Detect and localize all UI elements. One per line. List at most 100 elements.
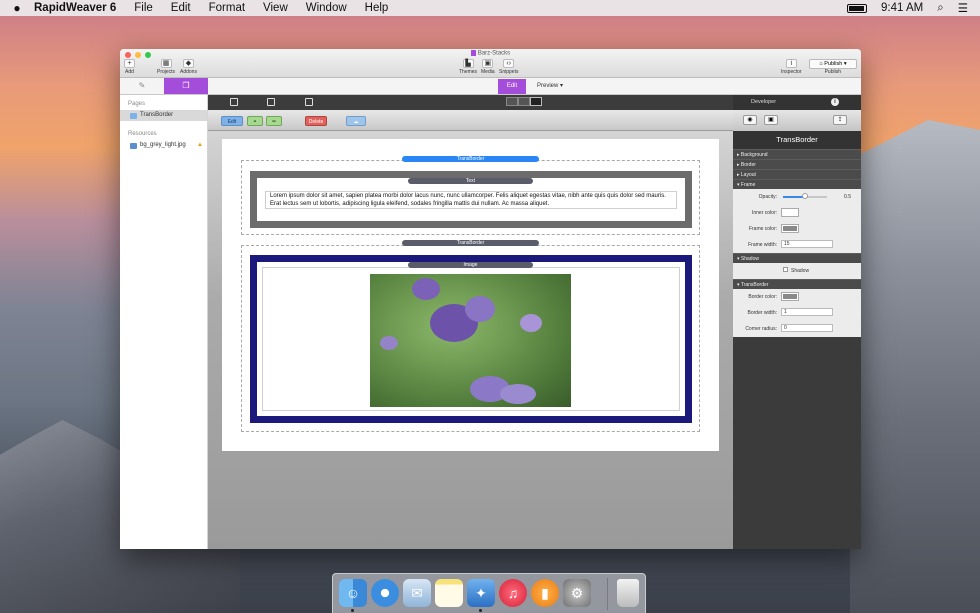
partials-icon[interactable] bbox=[267, 98, 275, 106]
snippets-button[interactable]: ‹› Snippets bbox=[499, 59, 518, 75]
publish-button[interactable]: ⌂ Publish ▾ bbox=[809, 59, 857, 69]
menu-edit[interactable]: Edit bbox=[162, 2, 200, 14]
frame-width-field[interactable]: 15 bbox=[781, 240, 833, 248]
border-color-well[interactable] bbox=[781, 292, 799, 301]
link-icon[interactable]: ⚭ bbox=[247, 116, 263, 126]
publish-label: Publish bbox=[824, 69, 841, 75]
text-stack-label[interactable]: Text bbox=[408, 178, 533, 184]
image-library-icon[interactable] bbox=[305, 98, 313, 106]
shadow-checkbox[interactable] bbox=[783, 267, 788, 272]
stack-library-icon[interactable] bbox=[230, 98, 238, 106]
section-border[interactable]: ▸ Border bbox=[733, 159, 861, 169]
border-width-field[interactable]: 1 bbox=[781, 308, 833, 316]
info-icon[interactable]: i bbox=[831, 98, 839, 106]
inspector-button[interactable]: i Inspector bbox=[781, 59, 802, 75]
menu-help[interactable]: Help bbox=[356, 2, 398, 14]
edit-mode-button[interactable]: Edit bbox=[498, 79, 526, 94]
menu-clock[interactable]: 9:41 AM bbox=[881, 2, 923, 14]
export-icon[interactable]: ⇪ bbox=[833, 115, 847, 125]
view-medium-button[interactable] bbox=[518, 97, 530, 106]
chevron-down-icon: ▾ bbox=[558, 83, 564, 89]
section-frame[interactable]: ▾ Frame bbox=[733, 179, 861, 189]
mail-icon[interactable]: ✉ bbox=[403, 579, 431, 607]
safari-icon[interactable] bbox=[371, 579, 399, 607]
border-color-row: Border color: bbox=[733, 289, 861, 305]
stack-edit-button[interactable]: Edit bbox=[221, 116, 243, 126]
opacity-slider[interactable] bbox=[783, 193, 827, 199]
menu-window[interactable]: Window bbox=[297, 2, 356, 14]
resource-item-bg-grey-light[interactable]: bg_grey_light.jpg ▲ bbox=[120, 140, 207, 151]
border-width-row: Border width: 1 bbox=[733, 305, 861, 321]
system-preferences-icon[interactable]: ⚙ bbox=[563, 579, 591, 607]
frame-color-label: Frame color: bbox=[748, 226, 777, 232]
corner-radius-field[interactable]: 0 bbox=[781, 324, 833, 332]
inner-color-well[interactable] bbox=[781, 208, 799, 217]
page-icon bbox=[130, 112, 137, 119]
corner-radius-label: Corner radius: bbox=[745, 326, 777, 332]
shadow-checkbox-label: Shadow bbox=[791, 268, 810, 274]
lock-icon[interactable]: ▣ bbox=[764, 115, 778, 125]
tab-site-settings[interactable]: ✎ bbox=[120, 78, 164, 94]
lavender-bloom bbox=[465, 296, 495, 322]
trash-icon[interactable] bbox=[617, 579, 639, 607]
transborder-label[interactable]: TransBorder bbox=[402, 240, 539, 246]
section-transborder[interactable]: ▾ TransBorder bbox=[733, 279, 861, 289]
addons-button[interactable]: ◆ Addons bbox=[180, 59, 197, 75]
finder-icon[interactable]: ☺ bbox=[339, 579, 367, 607]
view-large-button[interactable] bbox=[530, 97, 542, 106]
section-shadow[interactable]: ▾ Shadow bbox=[733, 253, 861, 263]
notification-center-icon[interactable]: ☰ bbox=[958, 1, 968, 15]
ibooks-icon[interactable]: ▮ bbox=[531, 579, 559, 607]
image-file-icon bbox=[130, 142, 137, 149]
lavender-bloom bbox=[520, 314, 542, 332]
stack-delete-button[interactable]: Delete bbox=[305, 116, 327, 126]
app-menu[interactable]: RapidWeaver 6 bbox=[34, 2, 125, 14]
spotlight-search-icon[interactable]: ⌕ bbox=[937, 2, 943, 15]
notes-icon[interactable] bbox=[435, 579, 463, 607]
apple-menu-icon[interactable]: ● bbox=[0, 1, 34, 15]
add-button[interactable]: + Add bbox=[124, 59, 135, 75]
eye-icon[interactable]: ◉ bbox=[743, 115, 757, 125]
media-button[interactable]: ▣ Media bbox=[481, 59, 495, 75]
projects-button[interactable]: ▦ Projects bbox=[157, 59, 175, 75]
section-layout[interactable]: ▸ Layout bbox=[733, 169, 861, 179]
snippets-icon: ‹› bbox=[503, 59, 515, 68]
menu-format[interactable]: Format bbox=[200, 2, 254, 14]
unlink-icon[interactable]: ⚮ bbox=[266, 116, 282, 126]
tab-pages[interactable]: ❐ bbox=[164, 78, 208, 94]
add-label: Add bbox=[125, 69, 134, 75]
stacks-library-bar bbox=[208, 95, 733, 110]
battery-icon[interactable] bbox=[847, 3, 868, 13]
pages-heading: Pages bbox=[128, 101, 146, 107]
projects-label: Projects bbox=[157, 69, 176, 75]
lavender-photo[interactable] bbox=[370, 274, 571, 407]
text-stack-content[interactable]: Lorem ipsum dolor sit amet, sapien plate… bbox=[265, 191, 677, 209]
menu-view[interactable]: View bbox=[254, 2, 297, 14]
menu-file[interactable]: File bbox=[125, 2, 162, 14]
frame-color-well[interactable] bbox=[781, 224, 799, 233]
warning-icon: ▲ bbox=[197, 142, 203, 148]
border-color-label: Border color: bbox=[748, 294, 777, 300]
opacity-slider-thumb[interactable] bbox=[802, 193, 808, 199]
opacity-row: Opacity: 0.5 bbox=[733, 189, 861, 205]
border-color-swatch bbox=[783, 294, 797, 299]
cloud-icon[interactable]: ☁ bbox=[346, 116, 366, 126]
frame-width-label: Frame width: bbox=[748, 242, 777, 248]
itunes-icon[interactable]: ♫ bbox=[499, 579, 527, 607]
rapidweaver-icon[interactable]: ✦ bbox=[467, 579, 495, 607]
document-title: Barz-Stacks bbox=[120, 50, 861, 57]
transborder-label-selected[interactable]: TransBorder bbox=[402, 156, 539, 162]
section-background[interactable]: ▸ Background bbox=[733, 149, 861, 159]
preview-mode-button[interactable]: Preview ▾ bbox=[530, 79, 570, 94]
lavender-bloom bbox=[412, 278, 440, 300]
image-stack-label[interactable]: Image bbox=[408, 262, 533, 268]
running-indicator bbox=[351, 609, 354, 612]
publish-button-label: Publish bbox=[824, 61, 843, 67]
sidebar-item-transborder[interactable]: TransBorder bbox=[120, 110, 207, 121]
shadow-row: Shadow bbox=[733, 263, 861, 279]
themes-button[interactable]: ▙ Themes bbox=[459, 59, 477, 75]
app-window: Barz-Stacks + Add ▦ Projects ◆ Addons ▙ Them… bbox=[120, 49, 861, 549]
sidebar: Pages TransBorder Resources bg_grey_ligh… bbox=[120, 95, 208, 549]
frame-color-swatch bbox=[783, 226, 797, 231]
view-small-button[interactable] bbox=[506, 97, 518, 106]
